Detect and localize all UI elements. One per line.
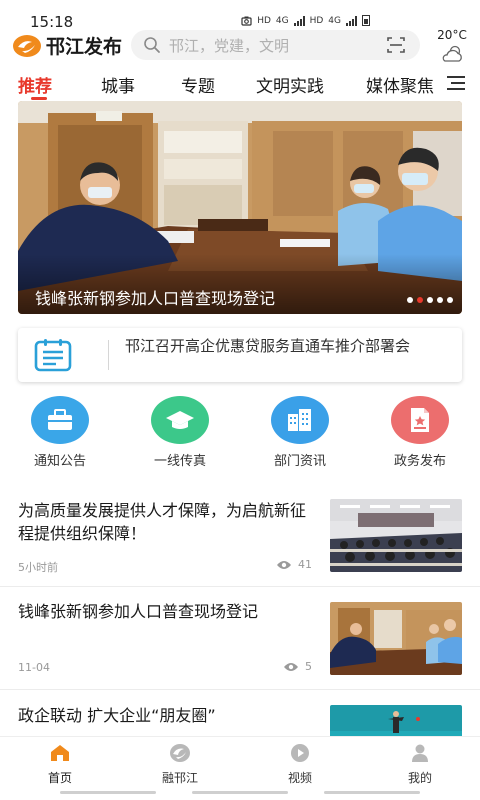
graduation-cap-icon <box>151 396 209 444</box>
search-bar[interactable]: 邗江，党建，文明 <box>131 30 420 60</box>
channel-tabs: 推荐 城事 专题 文明实践 媒体聚焦 <box>0 68 448 102</box>
news-view-count: 5 <box>305 660 312 673</box>
tab-media-focus[interactable]: 媒体聚焦 <box>366 72 434 97</box>
nav-video[interactable]: 视频 <box>260 743 340 786</box>
signal-icon <box>293 15 305 26</box>
app-logo[interactable]: 邗江发布 <box>12 32 122 59</box>
status-icons: HD 4G HD 4G <box>241 15 370 26</box>
nav-label: 融邗江 <box>161 771 198 785</box>
search-icon <box>144 37 160 53</box>
hd-label-1: HD <box>257 15 271 26</box>
quick-entry-department-news[interactable]: 部门资讯 <box>254 396 346 469</box>
carousel-dot[interactable] <box>427 297 433 303</box>
news-thumbnail <box>330 705 462 738</box>
weather-temperature: 20°C <box>437 28 467 42</box>
news-thumbnail <box>330 499 462 572</box>
carousel-dot[interactable] <box>447 297 453 303</box>
cloud-sun-icon <box>442 45 462 62</box>
carousel-dot-active[interactable] <box>417 297 423 303</box>
nav-label: 视频 <box>287 771 312 785</box>
ronghanjiang-icon <box>170 744 190 762</box>
tab-recommend[interactable]: 推荐 <box>18 72 52 97</box>
gesture-bar-left <box>60 791 156 794</box>
news-title: 钱峰张新钢参加人口普查现场登记 <box>18 602 259 621</box>
logo-mark-icon <box>13 34 41 57</box>
news-views: 41 <box>270 558 312 571</box>
nav-label: 我的 <box>407 771 432 785</box>
gesture-bar-right <box>324 791 420 794</box>
nav-ronghanjiang[interactable]: 融邗江 <box>140 743 220 786</box>
network-label-1: 4G <box>275 15 289 26</box>
eye-icon <box>284 662 298 671</box>
status-time: 15:18 <box>30 13 74 31</box>
battery-icon <box>362 15 370 26</box>
network-label-2: 4G <box>328 15 341 26</box>
weather-widget[interactable]: 20°C <box>432 28 472 64</box>
headline-banner[interactable]: 钱峰张新钢参加人口普查现场登记 <box>18 101 462 314</box>
logo-text: 邗江发布 <box>46 36 123 58</box>
user-icon <box>412 744 428 762</box>
quick-entry-government-releases[interactable]: 政务发布 <box>374 396 466 469</box>
signal-icon-2 <box>346 15 357 26</box>
buildings-icon <box>271 396 329 444</box>
carousel-dot[interactable] <box>407 297 413 303</box>
quick-entry-label: 通知公告 <box>33 454 86 469</box>
bulletin-icon <box>34 339 72 372</box>
quick-entry-frontline[interactable]: 一线传真 <box>134 396 226 469</box>
carousel-dots <box>407 297 453 303</box>
scan-icon[interactable] <box>386 36 406 54</box>
tab-topics[interactable]: 专题 <box>181 72 215 97</box>
nav-home[interactable]: 首页 <box>20 743 100 786</box>
quick-entry-label: 政务发布 <box>393 454 446 469</box>
banner-caption: 钱峰张新钢参加人口普查现场登记 <box>35 289 276 308</box>
hd-label-2: HD <box>309 15 324 26</box>
camera-icon <box>241 16 252 26</box>
news-time: 5小时前 <box>18 561 58 574</box>
briefcase-icon <box>31 396 89 444</box>
eye-icon <box>277 560 291 569</box>
gesture-bar-center[interactable] <box>192 791 288 794</box>
list-divider <box>0 586 480 587</box>
search-placeholder: 邗江，党建，文明 <box>169 36 290 55</box>
news-title: 政企联动 扩大企业“朋友圈” <box>18 706 216 725</box>
nav-label: 首页 <box>47 771 72 785</box>
notice-divider <box>108 340 109 370</box>
notice-text: 邗江召开高企优惠贷服务直通车推介部署会 <box>125 337 411 355</box>
quick-entry-label: 一线传真 <box>153 454 206 469</box>
tab-civilization-practice[interactable]: 文明实践 <box>256 72 324 97</box>
nav-profile[interactable]: 我的 <box>380 743 460 786</box>
news-title: 为高质量发展提供人才保障，为启航新征程提供组织保障！ <box>18 501 307 543</box>
quick-entry-label: 部门资讯 <box>273 454 326 469</box>
active-tab-indicator <box>31 97 47 100</box>
status-bar: 15:18 HD 4G HD 4G <box>0 0 480 31</box>
document-star-icon <box>391 396 449 444</box>
list-divider <box>0 689 480 690</box>
play-icon <box>291 744 309 762</box>
carousel-dot[interactable] <box>437 297 443 303</box>
news-thumbnail <box>330 602 462 675</box>
news-view-count: 41 <box>298 558 312 571</box>
news-time: 11-04 <box>18 661 50 674</box>
news-views: 5 <box>270 660 312 673</box>
tab-city-news[interactable]: 城事 <box>101 72 135 97</box>
quick-entry-notices[interactable]: 通知公告 <box>14 396 106 469</box>
news-ticker[interactable]: 邗江召开高企优惠贷服务直通车推介部署会 <box>18 328 462 382</box>
home-icon <box>51 745 69 761</box>
channel-menu-icon[interactable] <box>447 76 465 90</box>
